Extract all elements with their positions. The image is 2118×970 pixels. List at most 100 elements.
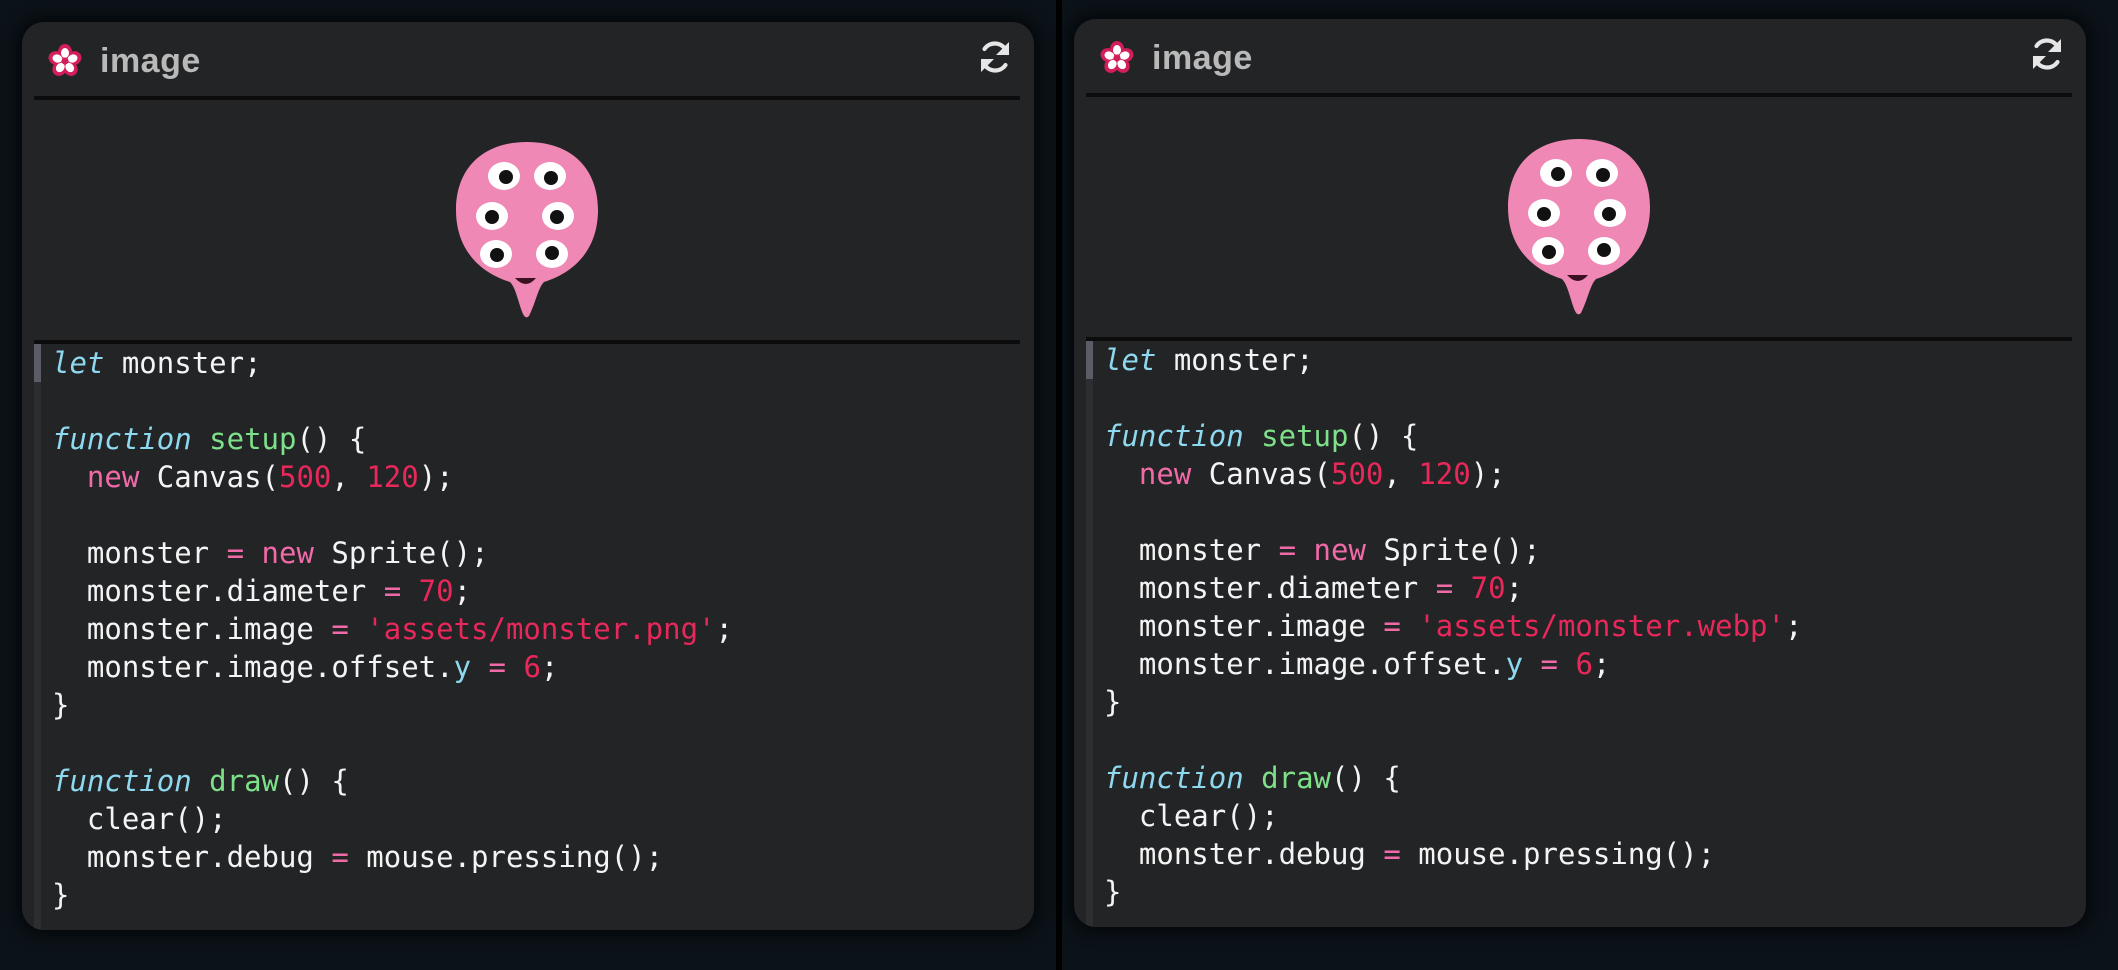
code-token: monster.image.offset. [52,650,454,684]
code-line[interactable]: monster.diameter = 70; [52,572,733,610]
left-half: image let monster; function setup() {ne… [0,0,1062,970]
code-line[interactable]: monster.image = 'assets/monster.png'; [52,610,733,648]
code-token: y [1505,647,1524,681]
panel-header: image [34,22,1020,100]
code-line[interactable]: new Canvas(500, 120); [1104,455,1802,493]
sketch-preview-canvas[interactable] [34,100,1020,344]
code-token: 6 [523,650,541,684]
code-token: = [1435,571,1454,605]
code-token: () { [296,422,367,456]
code-token: 70 [418,574,454,608]
code-line[interactable]: monster.image = 'assets/monster.webp'; [1104,607,1803,645]
sketch-panel-left: image let monster; function setup() {ne… [22,22,1034,930]
code-token: ; [1784,609,1803,643]
code-line[interactable]: } [52,876,733,914]
code-token: () { [1331,761,1401,795]
code-line[interactable]: monster.image.offset.y = 6; [1104,645,1802,683]
code-token: Canvas( [1191,457,1331,491]
cherry-blossom-icon [48,44,82,76]
code-token: new [261,536,314,570]
code-token: Canvas( [139,460,279,494]
code-line[interactable]: monster = new Sprite(); [1104,531,1802,569]
code-token: monster.debug [52,840,332,874]
code-line[interactable]: monster = new Sprite(); [52,534,733,572]
code-line[interactable] [52,382,733,420]
code-token: new [1138,457,1192,491]
code-token: 500 [279,460,332,494]
code-line[interactable]: clear(); [1104,797,1802,835]
code-token: 6 [1575,647,1593,681]
code-line[interactable]: monster.debug = mouse.pressing(); [1104,835,1802,873]
code-line[interactable]: new Canvas(500, 120); [52,458,733,496]
code-editor[interactable]: let monster; function setup() { new Canv… [34,344,1020,930]
code-gutter [34,344,41,930]
cherry-blossom-icon [1100,41,1134,73]
code-token: ; [540,650,559,684]
code-token: 120 [366,460,419,494]
code-line[interactable]: } [52,686,733,724]
code-token: monster [1104,533,1279,567]
code-token: ; [453,574,472,608]
code-line[interactable]: monster.debug = mouse.pressing(); [52,838,733,876]
code-token: mouse.pressing(); [1400,837,1716,871]
code-gutter [1086,341,1093,927]
code-token: = [488,650,506,684]
code-token: monster; [104,346,262,380]
code-line[interactable]: let monster; [1104,341,1802,379]
code-line[interactable]: monster.image.offset.y = 6; [52,648,733,686]
panel-header: image [1086,19,2072,97]
code-line[interactable] [1104,379,1802,417]
code-line[interactable]: } [1104,683,1802,721]
pink-monster-sprite [456,142,598,318]
refresh-icon[interactable] [2028,35,2066,73]
code-line[interactable]: function setup() { [1104,417,1802,455]
pink-monster-sprite [1508,139,1650,315]
code-token: monster.diameter [52,574,384,608]
code-token: () { [279,764,349,798]
code-token: 'assets/monster.webp' [1418,609,1785,643]
code-line[interactable]: monster.diameter = 70; [1104,569,1802,607]
sketch-panel-right: image let monster; function setup() {ne… [1074,19,2086,927]
code-token: ); [1470,457,1506,491]
code-line[interactable] [1104,721,1802,759]
code-token: monster [52,536,227,570]
code-line[interactable]: let monster; [52,344,733,382]
code-token: Sprite(); [1365,533,1541,567]
code-line[interactable]: } [1104,873,1802,911]
code-token: = [331,840,349,874]
code-line[interactable]: function setup() { [52,420,733,458]
code-line[interactable]: clear(); [52,800,733,838]
code-line[interactable] [52,724,733,762]
code-token: () { [1348,419,1419,453]
code-line[interactable]: function draw() { [1104,759,1802,797]
code-token: monster.debug [1104,837,1384,871]
code-token: ; [1592,647,1611,681]
code-token: 70 [1470,571,1506,605]
code-token: 500 [1331,457,1384,491]
code-token: = [226,536,245,570]
sketch-preview-canvas[interactable] [1086,97,2072,341]
code-token: monster.diameter [1104,571,1436,605]
code-line[interactable] [52,496,733,534]
active-line-marker [1086,341,1093,379]
code-token: function [52,422,192,456]
code-token: clear(); [1104,799,1279,833]
refresh-icon[interactable] [976,38,1014,76]
code-token: draw [209,764,279,798]
code-line[interactable] [1104,493,1802,531]
code-editor[interactable]: let monster; function setup() { new Canv… [1086,341,2072,927]
panel-title: image [1152,39,1253,77]
code-line[interactable]: function draw() { [52,762,733,800]
code-token: = [1383,609,1401,643]
